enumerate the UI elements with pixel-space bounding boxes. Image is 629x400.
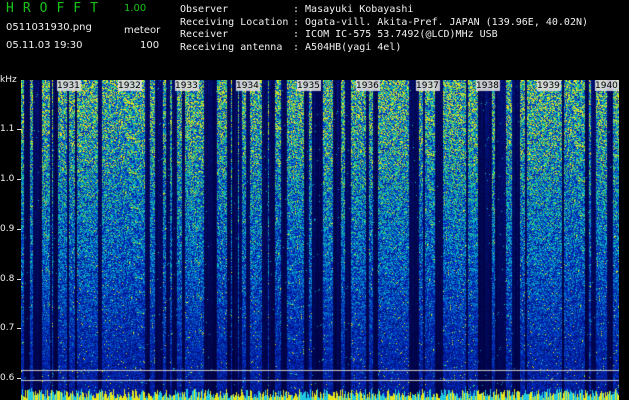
x-tick-label: 1937 <box>416 81 439 91</box>
y-tick-label: 0.7 <box>0 323 15 333</box>
y-tick-label: 0.9 <box>0 224 15 234</box>
antenna-label: Receiving antenna <box>180 41 283 53</box>
x-tick-label: 1933 <box>175 81 198 91</box>
y-tick-label: 1.0 <box>0 174 15 184</box>
station-info: Observer : Masayuki Kobayashi Receiving L… <box>180 4 588 54</box>
antenna-value: : A504HB(yagi 4el) <box>293 41 402 53</box>
receiver-label: Receiver <box>180 29 229 40</box>
datetime: 05.11.03 19:30 <box>6 40 83 51</box>
x-tick-label: 1932 <box>118 81 141 91</box>
app-version: 1.00 <box>124 3 147 14</box>
spectrogram <box>21 80 619 400</box>
y-axis-unit: kHz <box>0 75 17 85</box>
location-value: : Ogata-vill. Akita-Pref. JAPAN (139.96E… <box>293 16 589 28</box>
x-tick-label: 1939 <box>537 81 560 91</box>
receiver-value: : ICOM IC-575 53.7492(@LCD)MHz USB <box>293 29 498 40</box>
spectrogram-canvas <box>21 80 619 400</box>
location-label: Receiving Location <box>180 16 289 28</box>
app-title: HROFFT <box>6 1 107 16</box>
y-tick-label: 0.8 <box>0 274 15 284</box>
x-tick-label: 1931 <box>57 81 80 91</box>
mode-label: meteor <box>124 25 161 36</box>
x-tick-label: 1936 <box>356 81 379 91</box>
y-tick-label: 1.1 <box>0 124 15 134</box>
filename: 0511031930.png <box>6 22 92 33</box>
y-tick-label: 0.6 <box>0 373 15 383</box>
header-panel: HROFFT 1.00 0511031930.png meteor 05.11.… <box>0 0 629 78</box>
count: 100 <box>140 40 160 51</box>
observer-value: : Masayuki Kobayashi <box>293 4 414 15</box>
x-tick-label: 1934 <box>236 81 259 91</box>
x-tick-label: 1938 <box>476 81 499 91</box>
observer-label: Observer <box>180 4 229 15</box>
x-tick-label: 1935 <box>297 81 320 91</box>
x-tick-label: 1940 <box>595 81 618 91</box>
